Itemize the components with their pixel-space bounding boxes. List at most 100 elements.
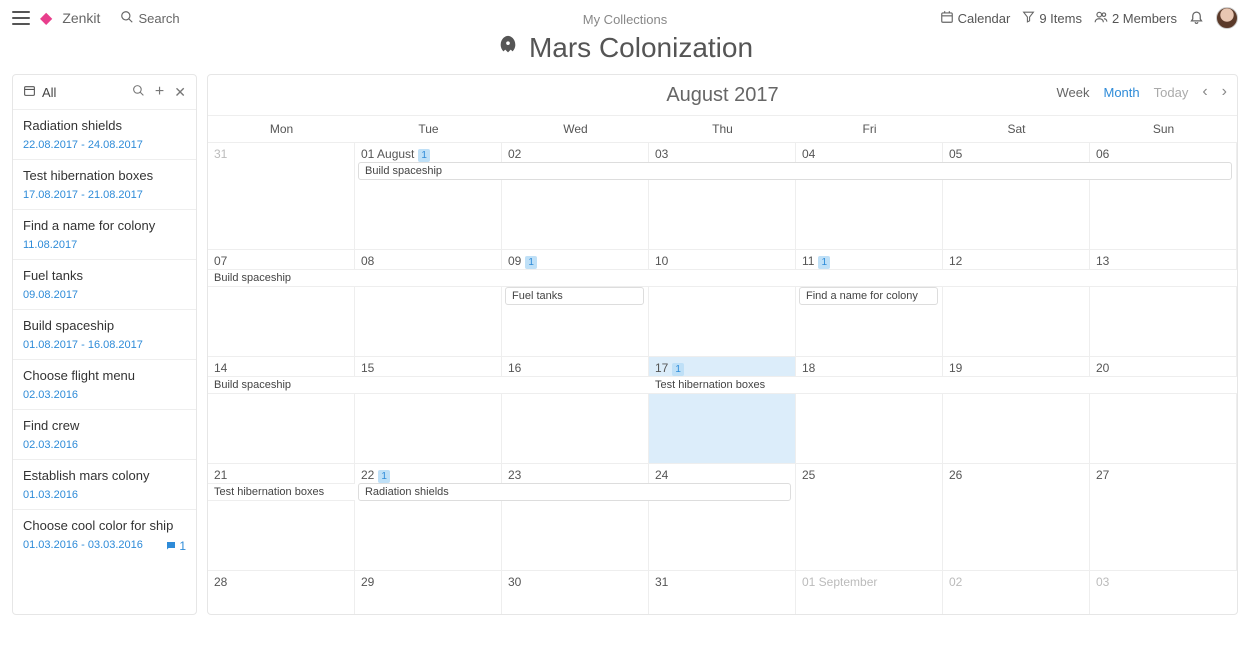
date-badge: 1 xyxy=(818,256,830,269)
calendar-event[interactable]: Build spaceship xyxy=(208,269,1237,287)
sidebar-all-label[interactable]: All xyxy=(42,85,56,100)
breadcrumb[interactable]: My Collections xyxy=(583,12,668,27)
day-cell[interactable]: 12 xyxy=(943,249,1090,356)
hamburger-icon[interactable] xyxy=(12,11,30,25)
sidebar-item[interactable]: Radiation shields22.08.2017 - 24.08.2017 xyxy=(13,110,196,160)
date-label: 28 xyxy=(214,575,227,589)
day-cell[interactable]: 14 xyxy=(208,356,355,463)
calendar-event[interactable]: Test hibernation boxes xyxy=(208,483,355,501)
calendar-event[interactable]: Find a name for colony xyxy=(799,287,938,305)
day-cell[interactable]: 30 xyxy=(502,570,649,614)
date-label: 08 xyxy=(361,254,374,268)
day-cell[interactable]: 28 xyxy=(208,570,355,614)
sidebar-item-title: Find crew xyxy=(23,418,186,433)
sidebar-item[interactable]: Test hibernation boxes17.08.2017 - 21.08… xyxy=(13,160,196,210)
day-cell[interactable]: 02 xyxy=(943,570,1090,614)
comment-count[interactable]: 1 xyxy=(165,539,186,553)
day-cell[interactable]: 19 xyxy=(943,356,1090,463)
day-cell[interactable]: 25 xyxy=(796,463,943,570)
day-header: Tue xyxy=(355,116,502,142)
sidebar-item-date: 17.08.2017 - 21.08.2017 xyxy=(23,189,186,201)
calendar-event[interactable]: Test hibernation boxes xyxy=(649,376,1237,394)
items-count[interactable]: 9 Items xyxy=(1022,10,1082,26)
members-count[interactable]: 2 Members xyxy=(1094,10,1177,27)
day-cell[interactable]: 15 xyxy=(355,356,502,463)
day-cell[interactable]: 21 xyxy=(208,463,355,570)
day-cell[interactable]: 31 xyxy=(208,142,355,249)
sidebar-item-title: Establish mars colony xyxy=(23,468,186,483)
sidebar-item-title: Fuel tanks xyxy=(23,268,186,283)
sidebar-item-date: 01.03.2016 xyxy=(23,489,186,501)
date-label: 27 xyxy=(1096,468,1109,482)
sidebar-item-date: 02.03.2016 xyxy=(23,389,186,401)
sidebar-item[interactable]: Build spaceship01.08.2017 - 16.08.2017 xyxy=(13,310,196,360)
avatar[interactable] xyxy=(1216,7,1238,29)
sidebar-item[interactable]: Choose cool color for ship01.03.2016 - 0… xyxy=(13,510,196,559)
sidebar-item-date: 02.03.2016 xyxy=(23,439,186,451)
day-cell[interactable]: 171 xyxy=(649,356,796,463)
day-cell[interactable]: 20 xyxy=(1090,356,1237,463)
day-cell[interactable]: 10 xyxy=(649,249,796,356)
day-cell[interactable]: 05 xyxy=(943,142,1090,249)
date-label: 21 xyxy=(214,468,227,482)
date-label: 29 xyxy=(361,575,374,589)
view-calendar-button[interactable]: Calendar xyxy=(940,10,1011,27)
search-button[interactable]: Search xyxy=(120,10,179,27)
date-label: 24 xyxy=(655,468,668,482)
day-cell[interactable]: 02 xyxy=(502,142,649,249)
view-week[interactable]: Week xyxy=(1057,85,1090,100)
calendar-event[interactable]: Build spaceship xyxy=(208,376,649,394)
day-cell[interactable]: 01 September xyxy=(796,570,943,614)
day-cell[interactable]: 13 xyxy=(1090,249,1237,356)
date-label: 03 xyxy=(655,147,668,161)
day-cell[interactable]: 16 xyxy=(502,356,649,463)
sidebar-close-icon[interactable]: ✕ xyxy=(174,84,186,101)
day-cell[interactable]: 03 xyxy=(649,142,796,249)
sidebar-search-icon[interactable] xyxy=(132,84,145,100)
bell-icon[interactable] xyxy=(1189,9,1204,27)
day-cell[interactable]: 26 xyxy=(943,463,1090,570)
day-cell[interactable]: 31 xyxy=(649,570,796,614)
day-cell[interactable]: 07 xyxy=(208,249,355,356)
day-cell[interactable]: 03 xyxy=(1090,570,1237,614)
date-label: 07 xyxy=(214,254,227,268)
sidebar-item[interactable]: Choose flight menu02.03.2016 xyxy=(13,360,196,410)
sidebar-item[interactable]: Fuel tanks09.08.2017 xyxy=(13,260,196,310)
date-label: 04 xyxy=(802,147,815,161)
sidebar-add-icon[interactable]: + xyxy=(155,83,164,101)
date-badge: 1 xyxy=(418,149,430,162)
date-label: 12 xyxy=(949,254,962,268)
sidebar-item[interactable]: Find a name for colony11.08.2017 xyxy=(13,210,196,260)
day-cell[interactable]: 27 xyxy=(1090,463,1237,570)
date-label: 31 xyxy=(214,147,227,161)
calendar-event[interactable]: Build spaceship xyxy=(358,162,1232,180)
sidebar-item[interactable]: Find crew 02.03.2016 xyxy=(13,410,196,460)
members-icon xyxy=(1094,10,1108,27)
sidebar-item-date: 01.03.2016 - 03.03.2016 1 xyxy=(23,539,186,551)
day-cell[interactable]: 06 xyxy=(1090,142,1237,249)
day-cell[interactable]: 18 xyxy=(796,356,943,463)
day-cell[interactable]: 221 xyxy=(355,463,502,570)
calendar-event[interactable]: Fuel tanks xyxy=(505,287,644,305)
date-badge: 1 xyxy=(672,363,684,376)
search-label: Search xyxy=(138,11,179,26)
day-header: Wed xyxy=(502,116,649,142)
calendar-week: 14 15 161711819 20 Build spaceshipTest hiber… xyxy=(208,356,1237,463)
date-label: 01 September xyxy=(802,575,877,589)
date-label: 221 xyxy=(361,468,390,483)
today-button[interactable]: Today xyxy=(1154,85,1189,100)
date-label: 15 xyxy=(361,361,374,375)
next-icon[interactable]: › xyxy=(1222,83,1227,101)
day-cell[interactable]: 04 xyxy=(796,142,943,249)
sidebar-item[interactable]: Establish mars colony 01.03.2016 xyxy=(13,460,196,510)
day-cell[interactable]: 29 xyxy=(355,570,502,614)
date-label: 20 xyxy=(1096,361,1109,375)
prev-icon[interactable]: ‹ xyxy=(1202,83,1207,101)
view-month[interactable]: Month xyxy=(1104,85,1140,100)
day-cell[interactable]: 01 August1 xyxy=(355,142,502,249)
calendar-event[interactable]: Radiation shields xyxy=(358,483,791,501)
day-cell[interactable]: 24 xyxy=(649,463,796,570)
date-label: 31 xyxy=(655,575,668,589)
day-cell[interactable]: 08 xyxy=(355,249,502,356)
day-cell[interactable]: 23 xyxy=(502,463,649,570)
